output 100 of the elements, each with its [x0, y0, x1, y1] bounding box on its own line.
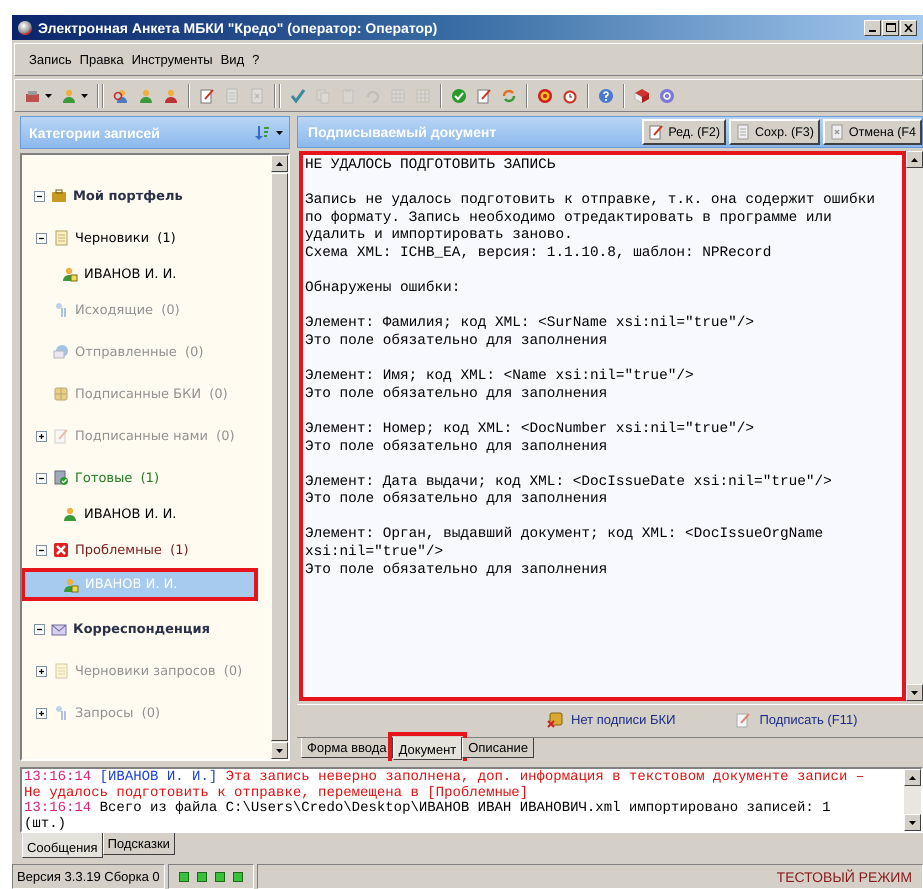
- caret-icon[interactable]: [45, 94, 52, 98]
- target-icon[interactable]: [537, 88, 553, 104]
- person-icon: [62, 506, 78, 522]
- document-check-icon: [53, 470, 69, 486]
- document-text-line: Элемент: Имя; код XML: <Name xsi:nil="true"/>: [305, 368, 694, 386]
- maximize-button[interactable]: [882, 20, 899, 36]
- scroll-up-icon: [911, 158, 918, 162]
- document-icon: [735, 124, 752, 140]
- status-led-icon: [178, 872, 189, 882]
- action-link[interactable]: Подписать (F11): [759, 712, 858, 727]
- check-circle-icon[interactable]: [451, 88, 467, 104]
- edit-document-icon[interactable]: [199, 88, 215, 104]
- document-text-line: Это поле обязательно для заполнения: [305, 562, 608, 580]
- document-text-line: Обнаружены ошибки:: [305, 280, 460, 298]
- cube-icon[interactable]: [634, 88, 650, 104]
- app-logo-icon: [18, 20, 32, 34]
- document-text-line: Элемент: Орган, выдавший документ; код XML: <DocIssueOrgName: [305, 526, 824, 544]
- menu-item[interactable]: Инструменты: [130, 50, 215, 69]
- package-error-icon: [547, 712, 563, 728]
- toolbar-button[interactable]: Отмена (F4: [822, 119, 922, 145]
- panel-title: Подписываемый документ: [308, 124, 498, 140]
- pillars-icon: [53, 705, 69, 721]
- tab[interactable]: Сообщения: [22, 833, 103, 858]
- document-text-line: Это поле обязательно для заполнения: [305, 438, 608, 456]
- toolbar-button[interactable]: Сохр. (F3): [729, 119, 820, 145]
- edit-document-icon: [735, 712, 752, 728]
- collapse-toggle[interactable]: [36, 544, 47, 556]
- sort-icon[interactable]: [254, 124, 270, 140]
- edit-document-icon[interactable]: [476, 88, 492, 104]
- document-text-line: Это поле обязательно для заполнения: [305, 386, 608, 404]
- document-text-line: Запись не удалось подготовить к отправке, т.к. она содержит ошибки: [305, 192, 875, 210]
- document-text-line: Элемент: Номер; код XML: <DocNumber xsi:nil="true"/>: [305, 420, 754, 438]
- scrollbar[interactable]: [271, 155, 288, 759]
- person-card-icon: [63, 576, 79, 592]
- edit-document-icon: [648, 124, 664, 140]
- tree-folder-label[interactable]: Черновики (1): [75, 230, 176, 246]
- scroll-down-icon: [276, 748, 283, 752]
- alarm-clock-icon[interactable]: [562, 88, 578, 104]
- error-icon: [53, 542, 69, 558]
- close-button[interactable]: [900, 20, 917, 36]
- scroll-down-icon: [909, 820, 916, 824]
- document-text-line: Элемент: Фамилия; код XML: <SurName xsi:nil="true"/>: [305, 315, 754, 333]
- tab[interactable]: Форма ввода: [301, 738, 393, 758]
- notes-icon: [53, 230, 69, 246]
- tree-record-item[interactable]: ИВАНОВ И. И.: [26, 259, 255, 289]
- mode-label: ТЕСТОВЫЙ РЕЖИМ: [776, 868, 912, 884]
- document-text-line: Это поле обязательно для заполнения: [305, 491, 608, 509]
- tab[interactable]: Описание: [462, 738, 534, 758]
- toolbar-button[interactable]: Ред. (F2): [642, 119, 726, 145]
- log-message: 13:16:14 Всего из файла C:\Users\Credo\Desktop\ИВАНОВ ИВАН ИВАНОВИЧ.xml импортировано записей: 1 (шт.): [24, 801, 832, 831]
- document-text-line: xsi:nil="true"/>: [305, 544, 444, 562]
- close-icon: [904, 24, 913, 32]
- document-text-line: удалить и импортировать заново.: [305, 227, 573, 245]
- menu-item[interactable]: ?: [250, 50, 262, 69]
- scroll-up-icon: [909, 776, 916, 780]
- panel-title: Категории записей: [29, 124, 161, 140]
- notes-icon: [53, 663, 69, 679]
- caret-icon[interactable]: [276, 130, 283, 134]
- log-message: 13:16:14 [ИВАНОВ И. И.] Эта запись неверно заполнена, доп. информация в текстовом документе записи – Не удалось подготовить к отправке, перемещена в [Проблемные]: [24, 770, 866, 800]
- tree-group-label[interactable]: Мой портфель: [73, 188, 183, 204]
- tree-folder-label[interactable]: Готовые (1): [75, 470, 160, 486]
- tree-group-label[interactable]: Корреспонденция: [73, 622, 210, 636]
- tree-record-item[interactable]: ИВАНОВ И. И.: [26, 499, 255, 529]
- menu-item[interactable]: Правка: [78, 50, 126, 69]
- caret-icon[interactable]: [81, 94, 88, 98]
- tab[interactable]: Подсказки: [102, 833, 175, 855]
- document-text-line: Схема XML: ICHB_EA, версия: 1.1.10.8, шаблон: NPRecord: [305, 244, 772, 263]
- package-icon: [53, 386, 69, 402]
- collapse-toggle[interactable]: [36, 472, 47, 484]
- document-delete-icon: [828, 124, 845, 140]
- person-search-icon[interactable]: [113, 88, 129, 104]
- collapse-toggle[interactable]: [34, 624, 45, 634]
- edit-document-icon: [53, 428, 69, 444]
- menu-item[interactable]: Запись: [27, 50, 74, 69]
- pillars-icon: [53, 302, 69, 318]
- collapse-toggle[interactable]: [34, 190, 45, 202]
- minimize-icon: [869, 30, 876, 32]
- document-text-line: Это поле обязательно для заполнения: [305, 332, 608, 351]
- window-title: Электронная Анкета МБКИ "Кредо" (оператор: Оператор): [38, 20, 438, 36]
- collapse-toggle[interactable]: [36, 232, 47, 244]
- help-icon[interactable]: [598, 88, 614, 104]
- scrollbar[interactable]: [904, 769, 921, 831]
- scroll-up-icon: [276, 162, 283, 166]
- version-label: Версия 3.3.19 Сборка 0: [17, 869, 160, 884]
- status-led-icon: [196, 872, 207, 882]
- status-led-icon: [232, 872, 243, 882]
- maximize-icon: [886, 23, 896, 32]
- document-text-line: НЕ УДАЛОСЬ ПОДГОТОВИТЬ ЗАПИСЬ: [305, 157, 556, 175]
- tree-folder-label[interactable]: Проблемные (1): [75, 542, 189, 558]
- minimize-button[interactable]: [864, 20, 881, 36]
- scroll-down-icon: [911, 690, 918, 694]
- status-led-icon: [214, 872, 225, 882]
- scrollbar[interactable]: [906, 151, 923, 701]
- checkmark-icon[interactable]: [290, 88, 306, 104]
- person-icon[interactable]: [163, 88, 179, 104]
- menu-item[interactable]: Вид: [218, 50, 246, 69]
- action-link[interactable]: Нет подписи БКИ: [571, 712, 676, 727]
- briefcase-icon: [51, 188, 67, 204]
- document-text-line: Элемент: Дата выдачи; код XML: <DocIssueDate xsi:nil="true"/>: [305, 474, 832, 492]
- document-text-line: по формату. Запись необходимо отредактировать в программе или: [305, 210, 832, 228]
